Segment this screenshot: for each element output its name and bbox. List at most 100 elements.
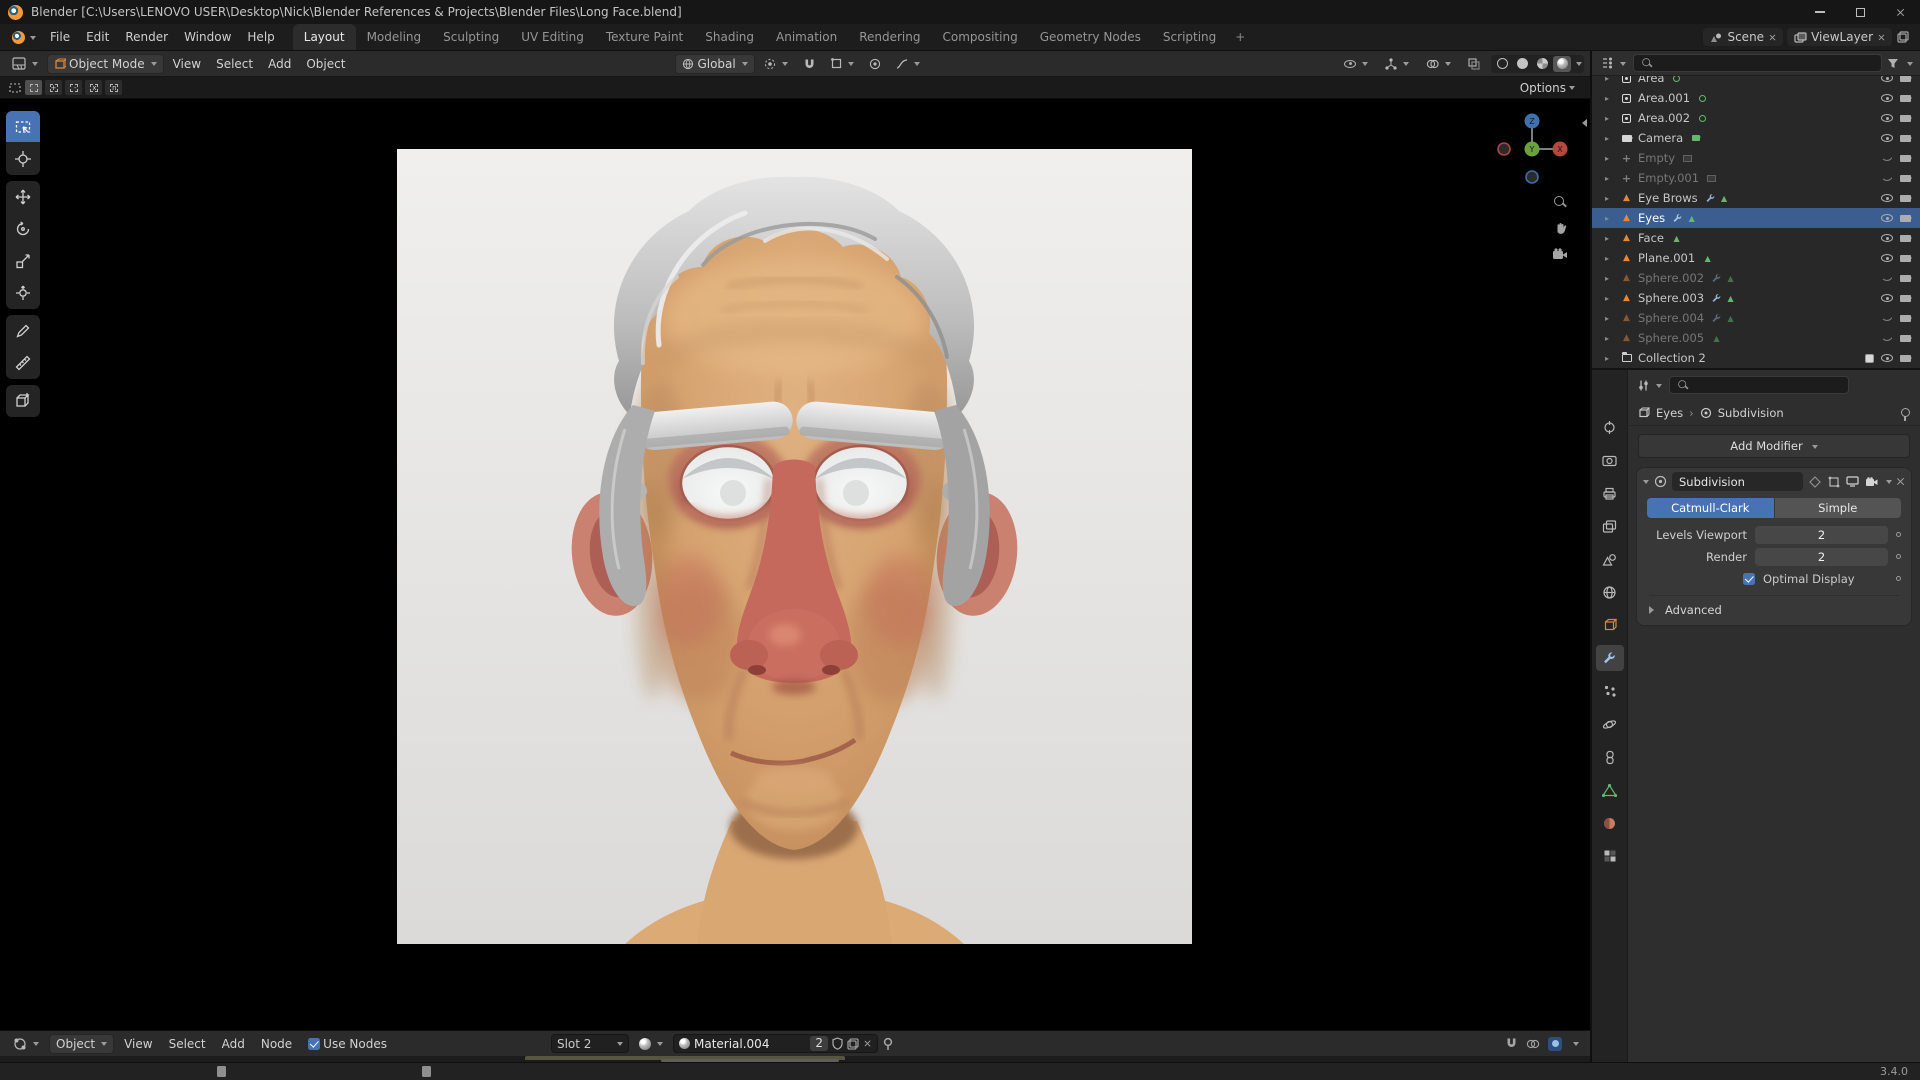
tool-rotate[interactable] bbox=[6, 213, 40, 245]
select-mode-subtract-button[interactable]: - bbox=[65, 80, 82, 95]
menu-help[interactable]: Help bbox=[239, 24, 282, 50]
hide-viewport-toggle[interactable] bbox=[1881, 114, 1893, 122]
hide-viewport-toggle[interactable] bbox=[1881, 76, 1893, 82]
modifier-name-field[interactable]: Subdivision bbox=[1672, 472, 1803, 491]
tab-geometry-nodes[interactable]: Geometry Nodes bbox=[1029, 24, 1152, 50]
tool-add-cube[interactable] bbox=[6, 385, 40, 417]
sidebar-collapse-arrow[interactable] bbox=[1578, 117, 1589, 130]
disable-render-toggle[interactable] bbox=[1900, 255, 1911, 262]
scene-selector[interactable]: Scene bbox=[1703, 28, 1783, 46]
disable-render-toggle[interactable] bbox=[1900, 195, 1911, 202]
proportional-editing-toggle[interactable] bbox=[863, 56, 887, 72]
pan-hand-icon[interactable] bbox=[1553, 221, 1568, 236]
tab-modeling[interactable]: Modeling bbox=[356, 24, 433, 50]
editor-type-button[interactable] bbox=[7, 1035, 45, 1053]
object-name[interactable]: Area bbox=[1638, 76, 1664, 85]
view-navigation-gizmo[interactable]: Z X Y bbox=[1496, 111, 1572, 187]
hide-viewport-toggle[interactable] bbox=[1881, 155, 1893, 161]
proportional-falloff-dropdown[interactable] bbox=[890, 57, 926, 71]
hide-viewport-toggle[interactable] bbox=[1881, 275, 1893, 281]
object-name[interactable]: Area.001 bbox=[1638, 91, 1690, 105]
outliner-row-sphere-002[interactable]: Sphere.002 bbox=[1592, 268, 1920, 288]
outliner-row-area[interactable]: Area bbox=[1592, 76, 1920, 88]
material-name-field[interactable]: Material.004 2 bbox=[673, 1034, 878, 1053]
editor-type-button[interactable] bbox=[1599, 55, 1628, 71]
outliner-row-sphere-003[interactable]: Sphere.003 bbox=[1592, 288, 1920, 308]
editor-type-button[interactable] bbox=[1635, 377, 1664, 394]
extras-dropdown-icon[interactable] bbox=[1886, 480, 1892, 487]
tab-physics[interactable] bbox=[1596, 711, 1624, 737]
tab-particles[interactable] bbox=[1596, 678, 1624, 704]
new-view-layer-icon[interactable] bbox=[1896, 31, 1910, 43]
menu-file[interactable]: File bbox=[42, 24, 78, 50]
disable-render-toggle[interactable] bbox=[1900, 95, 1911, 102]
object-name[interactable]: Empty bbox=[1638, 151, 1675, 165]
snap-target-dropdown[interactable] bbox=[825, 56, 860, 71]
hide-viewport-toggle[interactable] bbox=[1881, 315, 1893, 321]
disclosure-triangle-icon[interactable] bbox=[1605, 234, 1615, 243]
outliner-row-sphere-004[interactable]: Sphere.004 bbox=[1592, 308, 1920, 328]
object-name[interactable]: Sphere.002 bbox=[1638, 271, 1704, 285]
menu-add[interactable]: Add bbox=[216, 1035, 251, 1053]
outliner-row-area-002[interactable]: Area.002 bbox=[1592, 108, 1920, 128]
object-name[interactable]: Empty.001 bbox=[1638, 171, 1699, 185]
tab-scene[interactable] bbox=[1596, 546, 1624, 572]
render-levels-field[interactable]: 2 bbox=[1755, 548, 1888, 566]
backdrop-toggle[interactable] bbox=[1548, 1037, 1562, 1051]
realtime-display-toggle[interactable] bbox=[1845, 474, 1860, 489]
menu-add[interactable]: Add bbox=[262, 55, 297, 73]
tool-measure[interactable] bbox=[6, 347, 40, 379]
outliner-search-input[interactable] bbox=[1633, 54, 1882, 72]
catmull-clark-button[interactable]: Catmull-Clark bbox=[1647, 498, 1774, 518]
breadcrumb-item[interactable]: Subdivision bbox=[1718, 406, 1784, 420]
tab-scripting[interactable]: Scripting bbox=[1152, 24, 1227, 50]
tab-rendering[interactable]: Rendering bbox=[848, 24, 931, 50]
object-name[interactable]: Eye Brows bbox=[1638, 191, 1698, 205]
tab-uv-editing[interactable]: UV Editing bbox=[510, 24, 595, 50]
object-name[interactable]: Sphere.003 bbox=[1638, 291, 1704, 305]
select-mode-extend-button[interactable]: + bbox=[45, 80, 62, 95]
tool-cursor[interactable] bbox=[6, 143, 40, 175]
outliner-row-sphere-005[interactable]: Sphere.005 bbox=[1592, 328, 1920, 348]
add-modifier-button[interactable]: Add Modifier bbox=[1638, 434, 1910, 458]
tool-options-dropdown[interactable]: Options bbox=[1513, 80, 1582, 96]
disclosure-triangle-icon[interactable] bbox=[1605, 114, 1615, 123]
shading-material-button[interactable] bbox=[1533, 56, 1551, 72]
outliner-row-empty-001[interactable]: + Empty.001 bbox=[1592, 168, 1920, 188]
menu-render[interactable]: Render bbox=[117, 24, 176, 50]
hide-viewport-toggle[interactable] bbox=[1881, 194, 1893, 202]
fake-user-shield-icon[interactable] bbox=[832, 1037, 843, 1050]
disable-render-toggle[interactable] bbox=[1900, 115, 1911, 122]
optimal-display-checkbox[interactable] bbox=[1743, 573, 1755, 585]
tab-compositing[interactable]: Compositing bbox=[931, 24, 1028, 50]
tab-material[interactable] bbox=[1596, 810, 1624, 836]
object-name[interactable]: Eyes bbox=[1638, 211, 1665, 225]
breadcrumb-object[interactable]: Eyes bbox=[1656, 406, 1683, 420]
object-name[interactable]: Sphere.004 bbox=[1638, 311, 1704, 325]
tab-modifiers[interactable] bbox=[1596, 645, 1624, 671]
camera-view-icon[interactable] bbox=[1552, 248, 1568, 260]
outliner-row-plane-001[interactable]: Plane.001 bbox=[1592, 248, 1920, 268]
hide-viewport-toggle[interactable] bbox=[1881, 294, 1893, 302]
disclosure-triangle-icon[interactable] bbox=[1605, 174, 1615, 183]
outliner-row-area-001[interactable]: Area.001 bbox=[1592, 88, 1920, 108]
advanced-section-header[interactable]: Advanced bbox=[1649, 595, 1899, 617]
unlink-material-icon[interactable] bbox=[864, 1040, 872, 1048]
animate-property-dot[interactable] bbox=[1896, 554, 1901, 559]
tab-texture[interactable] bbox=[1596, 843, 1624, 869]
tool-annotate[interactable] bbox=[6, 315, 40, 347]
menu-node[interactable]: Node bbox=[255, 1035, 298, 1053]
disclosure-triangle-icon[interactable] bbox=[1605, 334, 1615, 343]
hide-viewport-toggle[interactable] bbox=[1881, 254, 1893, 262]
disclosure-triangle-icon[interactable] bbox=[1605, 94, 1615, 103]
simple-button[interactable]: Simple bbox=[1775, 498, 1902, 518]
select-mode-invert-button[interactable]: x bbox=[85, 80, 102, 95]
shading-wireframe-button[interactable] bbox=[1493, 56, 1511, 72]
tab-output[interactable] bbox=[1596, 480, 1624, 506]
new-material-icon[interactable] bbox=[847, 1038, 859, 1050]
browse-material-dropdown[interactable] bbox=[633, 1036, 669, 1052]
object-name[interactable]: Sphere.005 bbox=[1638, 331, 1704, 345]
levels-viewport-field[interactable]: 2 bbox=[1755, 526, 1888, 544]
transform-orientation-dropdown[interactable]: Global bbox=[675, 54, 754, 74]
use-nodes-checkbox[interactable]: Use Nodes bbox=[302, 1035, 393, 1053]
